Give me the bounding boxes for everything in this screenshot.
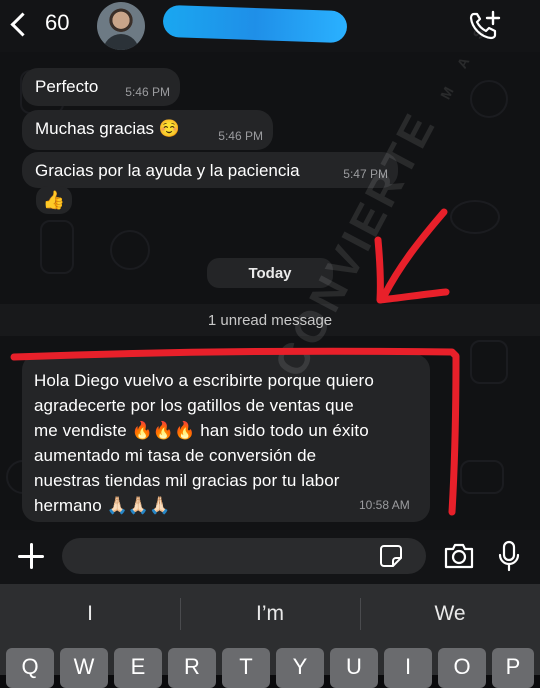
message-line: agradecerte por los gatillos de ventas q… [34, 396, 354, 415]
key-w[interactable]: W [60, 648, 108, 688]
avatar[interactable] [97, 2, 145, 50]
suggestion-2[interactable]: I’m [180, 584, 360, 644]
key-t[interactable]: T [222, 648, 270, 688]
key-u[interactable]: U [330, 648, 378, 688]
thumbs-up-reaction: 👍 [42, 189, 66, 210]
message-time: 5:46 PM [125, 85, 170, 99]
message-text: Gracias por la ayuda y la paciencia [35, 161, 300, 180]
key-r[interactable]: R [168, 648, 216, 688]
contact-name-redacted[interactable] [162, 4, 348, 44]
sticker-icon[interactable] [379, 544, 403, 568]
message-text: Perfecto [35, 77, 99, 96]
camera-icon[interactable] [443, 542, 475, 570]
key-e[interactable]: E [114, 648, 162, 688]
doodle-shape [110, 230, 150, 270]
key-y[interactable]: Y [276, 648, 324, 688]
key-i[interactable]: I [384, 648, 432, 688]
key-o[interactable]: O [438, 648, 486, 688]
incoming-message-text: Hola Diego vuelvo a escribirte porque qu… [34, 368, 426, 518]
doodle-shape [40, 220, 74, 274]
message-time: 10:58 AM [359, 498, 410, 512]
message-bubble[interactable]: Muchas gracias ☺️ 5:46 PM [22, 110, 273, 150]
message-bubble[interactable]: Gracias por la ayuda y la paciencia 5:47… [22, 152, 398, 188]
key-p[interactable]: P [492, 648, 534, 688]
message-time: 5:46 PM [218, 129, 263, 143]
message-text: Muchas gracias ☺️ [35, 119, 180, 138]
unread-banner: 1 unread message [0, 304, 540, 336]
key-q[interactable]: Q [6, 648, 54, 688]
doodle-shape [450, 200, 500, 234]
chevron-left-icon [10, 11, 35, 37]
plus-icon[interactable] [18, 543, 44, 569]
unread-chats-count: 60 [45, 10, 70, 35]
doodle-shape [470, 340, 508, 384]
message-line: aumentado mi tasa de conversión de [34, 446, 317, 465]
mic-icon[interactable] [497, 540, 521, 572]
message-bubble[interactable]: Perfecto 5:46 PM [22, 68, 180, 106]
suggestion-3[interactable]: We [360, 584, 540, 644]
message-input-bar [0, 530, 540, 584]
doodle-shape [460, 460, 504, 494]
keyboard: I I’m We Q W E R T Y U I O P [0, 584, 540, 688]
suggestion-1[interactable]: I [0, 584, 180, 644]
message-line: Hola Diego vuelvo a escribirte porque qu… [34, 371, 374, 390]
message-line: me vendiste 🔥🔥🔥 han sido todo un éxito [34, 421, 369, 440]
back-button[interactable]: 60 [10, 10, 70, 37]
doodle-shape [470, 80, 508, 118]
message-input[interactable] [62, 538, 426, 574]
reaction-badge[interactable]: 👍 [36, 186, 72, 214]
message-line: nuestras tiendas mil gracias por tu labo… [34, 471, 340, 490]
avatar-shirt [103, 34, 139, 50]
